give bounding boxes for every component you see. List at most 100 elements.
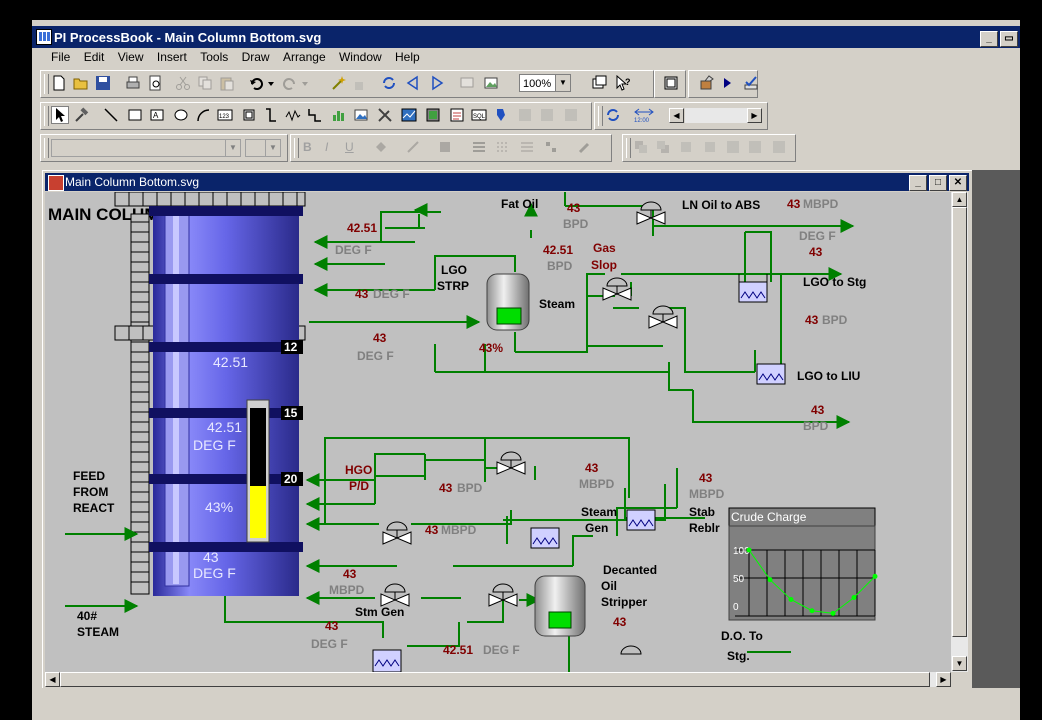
save-icon[interactable] [95, 75, 111, 91]
sql-icon[interactable]: SQL [471, 107, 487, 123]
arc-tool-icon[interactable] [195, 107, 211, 123]
wand-icon[interactable] [331, 75, 347, 91]
time-scroll-track[interactable] [685, 108, 747, 123]
child-maximize-button[interactable]: □ [929, 175, 947, 191]
child-minimize-button[interactable]: _ [909, 175, 927, 191]
chart-tool-icon[interactable] [331, 107, 347, 123]
bring-front-icon[interactable] [633, 139, 649, 155]
italic-icon[interactable]: I [325, 140, 328, 154]
menu-view[interactable]: View [113, 48, 149, 64]
check-edit-icon[interactable] [743, 75, 759, 91]
label-fat-oil: Fat Oil [501, 197, 538, 211]
fill-color-icon[interactable] [373, 139, 389, 155]
horizontal-scrollbar[interactable]: ◀ ▶ [45, 672, 951, 687]
rectangle-tool-icon[interactable] [127, 107, 143, 123]
horizontal-scroll-thumb[interactable] [60, 672, 930, 687]
help-pointer-icon[interactable]: ? [615, 75, 631, 91]
trend-tool-icon[interactable] [285, 107, 301, 123]
send-back-icon[interactable] [655, 139, 671, 155]
refresh-icon[interactable] [381, 75, 397, 91]
marker-icon[interactable] [493, 107, 509, 123]
font-name-select[interactable]: ▼ [51, 139, 241, 157]
image-tool-icon[interactable] [353, 107, 369, 123]
text-tool-icon[interactable]: A [149, 107, 165, 123]
scroll-time-right-button[interactable]: ▶ [747, 108, 762, 123]
group-icon[interactable] [517, 107, 533, 123]
text-color-icon[interactable] [437, 139, 453, 155]
menu-window[interactable]: Window [334, 48, 387, 64]
zoom-select[interactable]: 100% ▼ [519, 74, 571, 92]
ungroup-icon[interactable] [539, 107, 555, 123]
scroll-down-button[interactable]: ▼ [952, 656, 967, 671]
scroll-right-button[interactable]: ▶ [936, 672, 951, 687]
menu-arrange[interactable]: Arrange [278, 48, 331, 64]
scroll-left-button[interactable]: ◀ [45, 672, 60, 687]
window-icon[interactable] [591, 75, 607, 91]
layer-icon[interactable] [563, 107, 579, 123]
symbol-icon[interactable] [425, 107, 441, 123]
menu-insert[interactable]: Insert [152, 48, 192, 64]
order-icon[interactable] [771, 139, 787, 155]
font-toolbar: ▼ ▼ [40, 134, 288, 162]
refresh-time-icon[interactable] [605, 107, 621, 123]
restore-button[interactable]: ▭ [1000, 31, 1018, 47]
menu-help[interactable]: Help [390, 48, 425, 64]
ellipse-tool-icon[interactable] [173, 107, 189, 123]
undo-dropdown-icon[interactable] [263, 75, 279, 91]
minimize-button[interactable]: _ [980, 31, 998, 47]
child-close-button[interactable]: ✕ [949, 175, 967, 191]
hand-icon[interactable] [351, 75, 367, 91]
line-pattern-icon[interactable] [495, 139, 511, 155]
crude-charge-trend[interactable]: Crude Charge 100 50 0 [728, 507, 878, 621]
bar-tool-icon[interactable] [241, 107, 257, 123]
time-range-icon[interactable]: 12:00 [633, 107, 655, 123]
connector-tool-icon[interactable] [263, 107, 279, 123]
tools-icon[interactable] [377, 107, 393, 123]
menu-draw[interactable]: Draw [237, 48, 275, 64]
fullscreen-icon[interactable] [663, 75, 679, 91]
rotate-right-icon[interactable] [701, 139, 717, 155]
arrow-style-icon[interactable] [519, 139, 535, 155]
picture-icon[interactable] [483, 75, 499, 91]
value-tool-icon[interactable]: 123 [217, 107, 233, 123]
label-decanted-2: Oil [601, 579, 617, 593]
paste-icon[interactable] [219, 75, 235, 91]
arrow-select-icon[interactable] [51, 106, 69, 124]
form-icon[interactable] [449, 107, 465, 123]
cut-icon[interactable] [175, 75, 191, 91]
step-tool-icon[interactable] [307, 107, 323, 123]
vertical-scrollbar[interactable]: ▲ ▼ [951, 192, 968, 672]
menu-file[interactable]: File [46, 48, 75, 64]
column-temp-3: 43 [203, 549, 219, 565]
bold-icon[interactable]: B [303, 140, 312, 154]
trend-window-icon[interactable] [401, 107, 417, 123]
new-icon[interactable] [51, 75, 67, 91]
underline-icon[interactable]: U [345, 140, 354, 154]
line-style-icon[interactable] [471, 139, 487, 155]
line-color-icon[interactable] [405, 139, 421, 155]
rotate-left-icon[interactable] [679, 139, 695, 155]
redo-icon[interactable] [281, 75, 297, 91]
menu-edit[interactable]: Edit [79, 48, 110, 64]
brush-icon[interactable] [577, 139, 593, 155]
flip-vertical-icon[interactable] [747, 139, 763, 155]
forward-icon[interactable] [429, 75, 445, 91]
menu-tools[interactable]: Tools [195, 48, 233, 64]
vertical-scroll-thumb[interactable] [952, 207, 967, 637]
font-size-select[interactable]: ▼ [245, 139, 281, 157]
line-tool-icon[interactable] [103, 107, 119, 123]
scroll-time-left-button[interactable]: ◀ [669, 108, 684, 123]
open-icon[interactable] [73, 75, 89, 91]
builder-icon[interactable] [699, 75, 715, 91]
copy-icon[interactable] [197, 75, 213, 91]
flip-icon[interactable] [725, 139, 741, 155]
print-preview-icon[interactable] [147, 75, 163, 91]
display-icon[interactable] [459, 75, 475, 91]
back-icon[interactable] [405, 75, 421, 91]
hammer-icon[interactable] [73, 107, 89, 123]
print-icon[interactable] [125, 75, 141, 91]
scroll-up-button[interactable]: ▲ [952, 192, 967, 207]
redo-dropdown-icon[interactable] [297, 75, 313, 91]
run-icon[interactable] [719, 75, 735, 91]
align-icon[interactable] [543, 139, 559, 155]
